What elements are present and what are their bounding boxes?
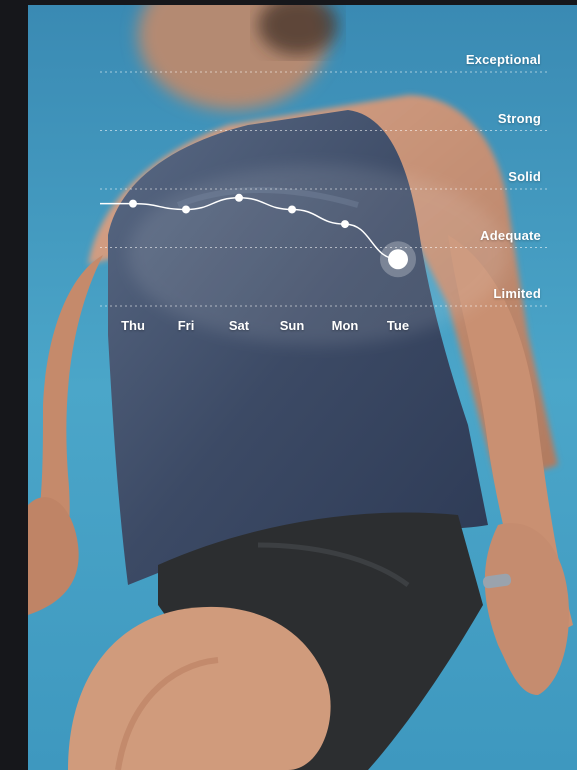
- series-line: [100, 197, 399, 260]
- data-point-tue: [388, 249, 408, 270]
- data-point-fri: [182, 205, 190, 214]
- level-label-adequate: Adequate: [480, 227, 541, 243]
- sleep-trend-chart: Limited Adequate Solid Strong Exceptional Th…: [0, 0, 577, 770]
- day-label-sat: Sat: [228, 318, 250, 333]
- level-label-strong: Strong: [497, 110, 541, 126]
- level-label-solid: Solid: [508, 169, 541, 184]
- day-label-thu: Thu: [121, 318, 145, 333]
- data-point-sun: [288, 205, 296, 214]
- level-label-exceptional: Exceptional: [465, 52, 541, 67]
- day-label-fri: Fri: [177, 318, 195, 333]
- data-point-sat: [235, 193, 243, 202]
- app-frame: Limited Adequate Solid Strong Exceptional Th…: [0, 0, 577, 770]
- level-label-limited: Limited: [493, 286, 541, 301]
- day-label-sun: Sun: [279, 318, 305, 333]
- chart-canvas: [100, 71, 550, 307]
- day-label-tue: Tue: [386, 318, 410, 333]
- data-point-mon: [341, 220, 349, 229]
- day-label-mon: Mon: [331, 318, 359, 333]
- data-point-thu: [129, 199, 137, 208]
